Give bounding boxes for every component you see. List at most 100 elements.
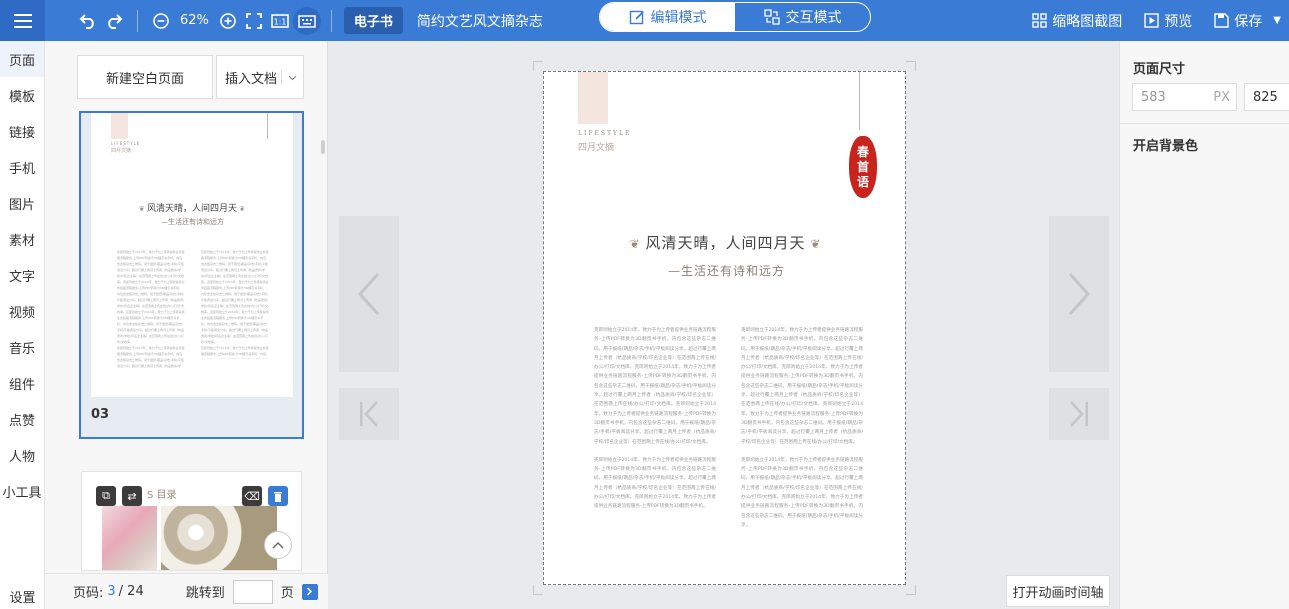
zoom-level: 62%: [180, 13, 209, 28]
article-column-right[interactable]: 克郎则始立于2014年，致力于为上传者提供业务链路流程服务-上传PDF转换为3D…: [741, 326, 863, 530]
main-heading[interactable]: ❦ 风清天晴，人间四月天 ❦: [544, 232, 905, 253]
article-column-left[interactable]: 克郎则始立于2014年，致力于为上传者提供业务链路流程服务-上传PDF转换为3D…: [594, 326, 716, 512]
page-width-value: 583: [1141, 89, 1166, 105]
lifestyle-label[interactable]: LIFESTYLE: [578, 130, 631, 137]
paragraph: 克郎则始立于2014年，致力于为上传者提供业务链路流程服务-上传PDF转换为3D…: [594, 328, 716, 445]
top-toolbar: 62% 1:1 电子书 简约文艺风文摘杂志 编辑模式 交互模式 缩略图截图 预览: [0, 0, 1289, 41]
save-button[interactable]: 保存 ▼: [1214, 11, 1281, 31]
thumbnail-title: S 目录: [147, 490, 177, 501]
nav-item-component[interactable]: 组件: [0, 365, 44, 401]
pencil-icon: [629, 10, 644, 25]
save-icon: [1214, 13, 1229, 28]
chevron-up-icon: [272, 542, 284, 549]
actual-size-icon[interactable]: 1:1: [267, 8, 293, 34]
thumbnail-page-preview: LIFESTYLE 四月文摘 ❦ 风清天晴，人间四月天 ❦ —生活还有诗和远方 …: [91, 113, 293, 397]
nav-item-settings[interactable]: 设置: [0, 583, 45, 609]
red-seal-stamp[interactable]: 春 首 语: [849, 136, 877, 198]
divider: [1120, 123, 1289, 124]
zoom-out-icon[interactable]: [148, 8, 174, 34]
page-height-field[interactable]: 825: [1244, 83, 1289, 111]
thumb-heading: ❦ 风清天晴，人间四月天 ❦: [138, 204, 246, 214]
menu-button[interactable]: [0, 0, 45, 41]
page-code-label: 页码:: [73, 586, 104, 601]
lifestyle-subtitle[interactable]: 四月文摘: [578, 140, 614, 153]
animation-timeline-button[interactable]: 打开动画时间轴: [1006, 575, 1110, 607]
copy-icon[interactable]: ⧉: [96, 486, 116, 506]
insert-document-button[interactable]: 插入文档: [216, 55, 304, 99]
thumb-lifestyle-sub: 四月文摘: [111, 148, 132, 154]
jump-go-button[interactable]: [301, 583, 318, 600]
crop-mark: [906, 61, 916, 71]
jump-to-label: 跳转到: [185, 586, 225, 601]
page-suffix-label: 页: [280, 586, 294, 601]
nav-item-page[interactable]: 页面: [0, 41, 44, 77]
seal-char: 语: [856, 174, 869, 189]
thumbnail-capture-label: 缩略图截图: [1052, 13, 1123, 30]
redo-icon[interactable]: [101, 8, 127, 34]
replace-icon[interactable]: ⇄: [122, 486, 142, 506]
edit-mode-label: 编辑模式: [650, 10, 707, 26]
page-thumbnail-current[interactable]: LIFESTYLE 四月文摘 ❦ 风清天晴，人间四月天 ❦ —生活还有诗和远方 …: [79, 111, 304, 439]
nav-item-video[interactable]: 视频: [0, 293, 44, 329]
nav-item-like[interactable]: 点赞: [0, 401, 44, 437]
cherry-blossom-photo: [102, 506, 157, 570]
keyboard-icon[interactable]: [292, 6, 321, 35]
play-icon: [1144, 13, 1159, 28]
magazine-page[interactable]: LIFESTYLE 四月文摘 春 首 语 ❦ 风清天晴，人间四月天 ❦ —生活还…: [543, 71, 906, 585]
grid-icon: [1032, 13, 1047, 28]
page-panel: 新建空白页面 插入文档 LIFESTYLE 四月文摘 ❦ 风清天晴，人间四月天 …: [45, 41, 328, 609]
seal-char: 首: [856, 159, 869, 174]
hamburger-icon: [13, 13, 32, 28]
page-width-field[interactable]: 583 PX: [1132, 83, 1237, 111]
undo-icon[interactable]: [75, 8, 101, 34]
insert-document-label: 插入文档: [225, 71, 278, 87]
nav-item-text[interactable]: 文字: [0, 257, 44, 293]
fit-screen-icon[interactable]: [241, 8, 267, 34]
first-page-icon: [360, 401, 378, 427]
next-page-button[interactable]: [1049, 216, 1109, 372]
last-page-button[interactable]: [1049, 388, 1109, 440]
enable-background-color-label[interactable]: 开启背景色: [1133, 135, 1198, 154]
nav-item-tools[interactable]: 小工具: [0, 473, 44, 509]
svg-text:1:1: 1:1: [273, 17, 286, 26]
paragraph: 克郎则始立于2014年，致力于为上传者提供业务链路流程服务-上传PDF转换为3D…: [594, 457, 716, 510]
crop-mark: [533, 585, 543, 595]
preview-button[interactable]: 预览: [1144, 11, 1192, 31]
document-title[interactable]: 简约文艺风文摘杂志: [417, 11, 543, 31]
panel-resize-handle[interactable]: [321, 140, 325, 154]
prev-page-button[interactable]: [339, 216, 399, 372]
nav-item-template[interactable]: 模板: [0, 77, 44, 113]
crop-mark: [906, 585, 916, 595]
chevron-down-icon[interactable]: ▼: [1273, 15, 1281, 26]
nav-item-material[interactable]: 素材: [0, 221, 44, 257]
thumb-subheading: —生活还有诗和远方: [161, 218, 224, 226]
scroll-to-top-button[interactable]: [264, 531, 292, 559]
new-blank-page-button[interactable]: 新建空白页面: [77, 55, 213, 99]
jump-page-input[interactable]: [232, 579, 273, 604]
page-pagination: 页码: 3 / 24 跳转到 页: [45, 573, 328, 609]
nav-item-phone[interactable]: 手机: [0, 149, 44, 185]
thumb-column-left: 克郎则始立于2014年，致力于为上传者提供业务链路流程服务-上传PDF转换为3D…: [117, 250, 185, 368]
preview-label: 预览: [1164, 13, 1193, 30]
eraser-icon[interactable]: ⌫: [242, 486, 262, 506]
first-page-button[interactable]: [339, 388, 399, 440]
chevron-right-icon: [1068, 272, 1091, 316]
ebook-badge[interactable]: 电子书: [343, 7, 403, 34]
thumbnail-capture-button[interactable]: 缩略图截图: [1032, 11, 1122, 31]
interactive-mode-tab[interactable]: 交互模式: [735, 3, 870, 31]
nav-item-link[interactable]: 链接: [0, 113, 44, 149]
seal-char: 春: [856, 144, 869, 159]
nav-item-person[interactable]: 人物: [0, 437, 44, 473]
edit-mode-tab[interactable]: 编辑模式: [600, 3, 735, 31]
sub-heading[interactable]: —生活还有诗和远方: [668, 262, 785, 279]
crop-mark: [533, 61, 543, 71]
leaf-ornament-icon: ❦: [629, 237, 646, 251]
paragraph: 克郎则始立于2014年，致力于为上传者提供业务链路流程服务-上传PDF转换为3D…: [741, 457, 863, 528]
left-nav: 页面 模板 链接 手机 图片 素材 文字 视频 音乐 组件 点赞 人物 小工具 …: [0, 41, 45, 609]
last-page-icon: [1070, 401, 1088, 427]
nav-item-music[interactable]: 音乐: [0, 329, 44, 365]
trash-icon[interactable]: [268, 486, 288, 506]
nav-item-image[interactable]: 图片: [0, 185, 44, 221]
zoom-in-icon[interactable]: [215, 8, 241, 34]
chevron-down-icon[interactable]: [281, 69, 297, 85]
